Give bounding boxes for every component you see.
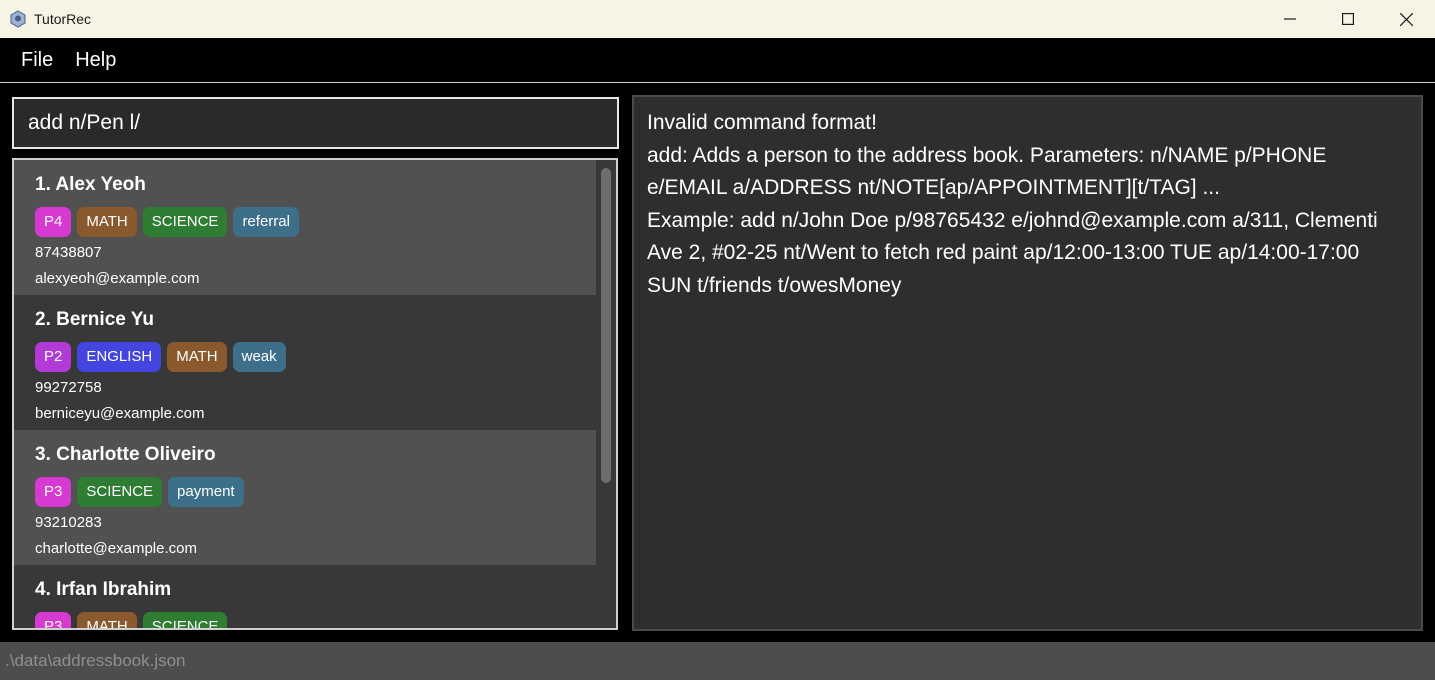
result-line: add: Adds a person to the address book. … <box>647 143 1333 200</box>
person-name: 3. Charlotte Oliveiro <box>35 444 216 465</box>
tag-list: P2 ENGLISH MATH weak <box>35 342 286 372</box>
result-text: Invalid command format! add: Adds a perso… <box>634 97 1421 312</box>
save-location-path: .\data\addressbook.json <box>5 651 186 670</box>
person-name: 1. Alex Yeoh <box>35 174 146 195</box>
maximize-button[interactable] <box>1319 0 1377 38</box>
tag-badge: MATH <box>77 207 137 237</box>
person-phone: 93210283 <box>35 514 102 531</box>
tag-badge: P4 <box>35 207 72 237</box>
list-scrollbar[interactable] <box>596 160 616 628</box>
tag-badge: referral <box>233 207 299 237</box>
tag-badge: ENGLISH <box>77 342 162 372</box>
person-name: 2. Bernice Yu <box>35 309 154 330</box>
person-phone: 99272758 <box>35 379 102 396</box>
title-bar: TutorRec <box>0 0 1435 38</box>
person-email: charlotte@example.com <box>35 540 197 557</box>
command-box <box>12 97 619 149</box>
result-line: Example: add n/John Doe p/98765432 e/joh… <box>647 208 1383 297</box>
minimize-icon <box>1284 18 1296 20</box>
tag-list: P4 MATH SCIENCE referral <box>35 207 299 237</box>
tag-badge: payment <box>168 477 244 507</box>
close-icon <box>1399 12 1413 26</box>
app-logo-icon <box>9 10 27 28</box>
command-input[interactable] <box>14 99 617 147</box>
status-bar: .\data\addressbook.json <box>0 642 1435 680</box>
person-name: 4. Irfan Ibrahim <box>35 579 172 600</box>
tag-list: P3 SCIENCE payment <box>35 477 244 507</box>
menu-help[interactable]: Help <box>64 49 127 72</box>
result-display: Invalid command format! add: Adds a perso… <box>632 95 1423 631</box>
tag-badge: SCIENCE <box>77 477 163 507</box>
person-card[interactable]: 4. Irfan Ibrahim P3 MATH SCIENCE <box>14 565 596 628</box>
tag-badge: SCIENCE <box>142 612 228 628</box>
person-card[interactable]: 2. Bernice Yu P2 ENGLISH MATH weak 99272… <box>14 295 596 430</box>
close-button[interactable] <box>1377 0 1435 38</box>
tag-list: P3 MATH SCIENCE <box>35 612 228 628</box>
tag-badge: SCIENCE <box>142 207 228 237</box>
person-card[interactable]: 1. Alex Yeoh P4 MATH SCIENCE referral 87… <box>14 160 596 295</box>
window-title: TutorRec <box>34 11 92 27</box>
tag-badge: P2 <box>35 342 72 372</box>
window-controls <box>1261 0 1435 38</box>
person-card[interactable]: 3. Charlotte Oliveiro P3 SCIENCE payment… <box>14 430 596 565</box>
person-list[interactable]: 1. Alex Yeoh P4 MATH SCIENCE referral 87… <box>12 158 618 630</box>
scrollbar-thumb[interactable] <box>601 168 611 483</box>
menu-bar: File Help <box>0 38 1435 83</box>
tag-badge: P3 <box>35 477 72 507</box>
maximize-icon <box>1342 13 1354 25</box>
tag-badge: MATH <box>167 342 227 372</box>
tag-badge: P3 <box>35 612 72 628</box>
result-line: Invalid command format! <box>647 111 877 134</box>
minimize-button[interactable] <box>1261 0 1319 38</box>
person-phone: 87438807 <box>35 244 102 261</box>
person-email: alexyeoh@example.com <box>35 270 200 287</box>
menu-file[interactable]: File <box>10 49 64 72</box>
tag-badge: weak <box>232 342 286 372</box>
tag-badge: MATH <box>77 612 137 628</box>
person-email: berniceyu@example.com <box>35 405 205 422</box>
